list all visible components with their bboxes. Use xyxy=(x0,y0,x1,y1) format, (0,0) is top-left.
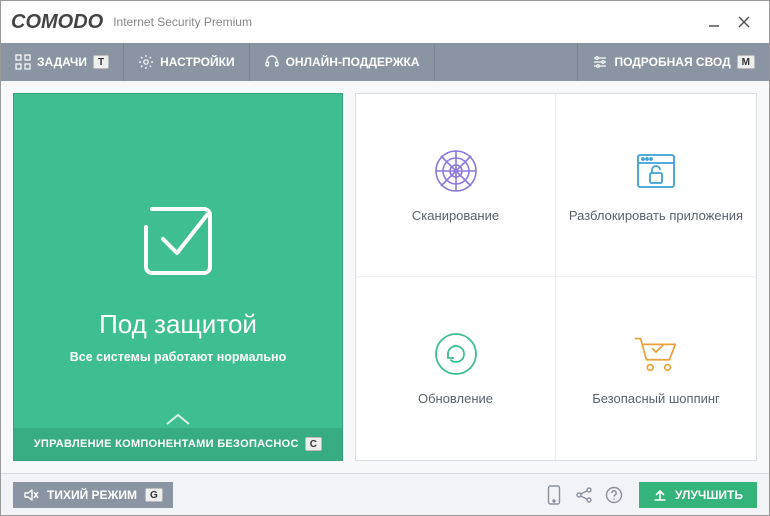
headset-icon xyxy=(264,54,280,70)
chevron-up-icon[interactable] xyxy=(164,412,192,426)
refresh-icon xyxy=(432,330,480,378)
manage-security-label: УПРАВЛЕНИЕ КОМПОНЕНТАМИ БЕЗОПАСНОС xyxy=(34,438,299,450)
help-button[interactable] xyxy=(599,481,629,509)
minimize-icon xyxy=(708,16,720,28)
sliders-icon xyxy=(592,54,608,70)
upgrade-button[interactable]: УЛУЧШИТЬ xyxy=(639,482,757,508)
silent-mode-button[interactable]: ТИХИЙ РЕЖИМ G xyxy=(13,482,173,508)
scan-label: Сканирование xyxy=(412,208,499,225)
unblock-label: Разблокировать приложения xyxy=(569,208,743,225)
settings-label: НАСТРОЙКИ xyxy=(160,55,234,69)
share-icon xyxy=(575,486,593,504)
status-title: Под защитой xyxy=(99,309,257,340)
unlock-window-icon xyxy=(632,147,680,195)
status-subtitle: Все системы работают нормально xyxy=(70,350,286,364)
tasks-shortcut: T xyxy=(93,55,109,69)
widgets-icon xyxy=(15,54,31,70)
summary-button[interactable]: ПОДРОБНАЯ СВОД M xyxy=(577,43,769,81)
shopping-tile[interactable]: Безопасный шоппинг xyxy=(556,277,756,460)
support-button[interactable]: ОНЛАЙН-ПОДДЕРЖКА xyxy=(250,43,435,81)
brand-logo: COMODO xyxy=(11,11,103,34)
share-button[interactable] xyxy=(569,481,599,509)
tasks-button[interactable]: ЗАДАЧИ T xyxy=(1,43,124,81)
update-label: Обновление xyxy=(418,391,493,408)
minimize-button[interactable] xyxy=(699,7,729,37)
tasks-label: ЗАДАЧИ xyxy=(37,55,87,69)
support-label: ОНЛАЙН-ПОДДЕРЖКА xyxy=(286,55,420,69)
summary-label: ПОДРОБНАЯ СВОД xyxy=(614,55,730,69)
silent-mode-label: ТИХИЙ РЕЖИМ xyxy=(47,488,137,502)
settings-button[interactable]: НАСТРОЙКИ xyxy=(124,43,249,81)
help-icon xyxy=(605,486,623,504)
manage-security-button[interactable]: УПРАВЛЕНИЕ КОМПОНЕНТАМИ БЕЗОПАСНОС C xyxy=(14,428,342,460)
silent-mode-shortcut: G xyxy=(145,488,163,502)
radar-icon xyxy=(432,147,480,195)
upgrade-label: УЛУЧШИТЬ xyxy=(675,488,743,502)
mobile-button[interactable] xyxy=(539,481,569,509)
shopping-label: Безопасный шоппинг xyxy=(592,391,720,408)
summary-shortcut: M xyxy=(737,55,755,69)
manage-security-shortcut: C xyxy=(305,437,323,451)
unblock-tile[interactable]: Разблокировать приложения xyxy=(556,94,756,277)
close-icon xyxy=(738,16,750,28)
product-name: Internet Security Premium xyxy=(113,15,252,29)
status-card: Под защитой Все системы работают нормаль… xyxy=(13,93,343,461)
mute-icon xyxy=(23,487,39,503)
update-tile[interactable]: Обновление xyxy=(356,277,556,460)
upload-icon xyxy=(653,488,667,502)
shield-check-icon xyxy=(128,191,228,291)
scan-tile[interactable]: Сканирование xyxy=(356,94,556,277)
gear-icon xyxy=(138,54,154,70)
mobile-icon xyxy=(547,485,561,505)
close-button[interactable] xyxy=(729,7,759,37)
cart-check-icon xyxy=(631,330,681,378)
